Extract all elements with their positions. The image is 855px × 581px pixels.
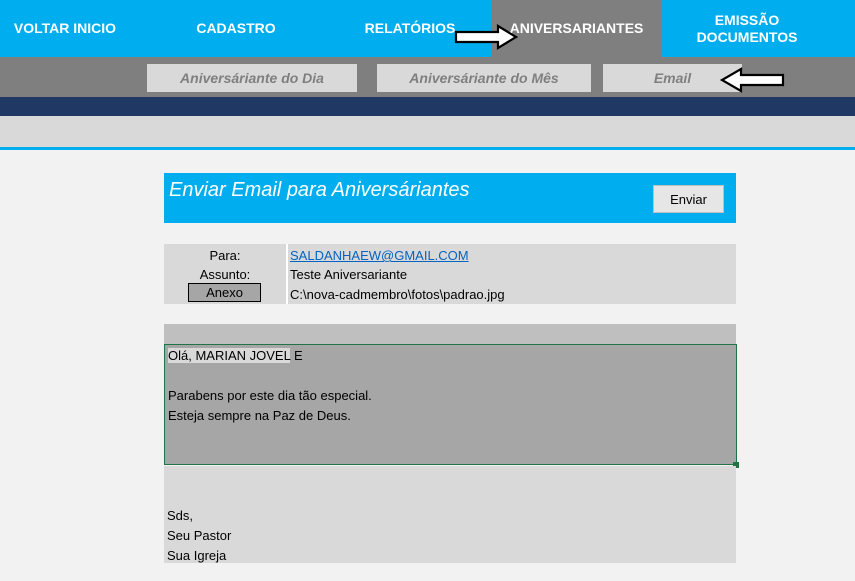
message-greeting-end: E <box>293 348 303 363</box>
panel-title: Enviar Email para Aniversáriantes <box>169 179 470 201</box>
arrow-left-icon <box>719 67 785 93</box>
nav-emissao-documentos-button[interactable]: EMISSÃO DOCUMENTOS <box>662 0 832 57</box>
attachment-path[interactable]: C:\nova-cadmembro\fotos\padrao.jpg <box>290 287 505 302</box>
email-panel-header: Enviar Email para Aniversáriantes Enviar <box>164 173 736 223</box>
message-greeting: Olá, MARIAN JOVEL <box>168 348 291 363</box>
message-body-cell[interactable]: Olá, MARIAN JOVEL E Parabens por este di… <box>164 344 737 465</box>
arrow-right-icon <box>454 24 518 50</box>
nav-emissao-line1: EMISSÃO <box>714 11 780 28</box>
message-line-2: Parabens por este dia tão especial. <box>168 388 372 403</box>
message-signature: Sds, Seu Pastor Sua Igreja <box>164 466 736 563</box>
email-fields: Para: SALDANHAEW@GMAIL.COM Assunto: Test… <box>164 244 736 304</box>
header-divider-grey <box>0 116 855 147</box>
message-header-strip <box>164 324 736 344</box>
subject-value[interactable]: Teste Aniversariante <box>290 267 407 282</box>
fields-divider <box>286 244 288 304</box>
nav-cadastro-button[interactable]: CADASTRO <box>160 0 312 57</box>
to-label: Para: <box>209 248 241 263</box>
subject-label: Assunto: <box>199 267 251 282</box>
top-navigation: VOLTAR INICIO CADASTRO RELATÓRIOS ANIVER… <box>0 0 855 57</box>
attachment-button[interactable]: Anexo <box>188 283 261 302</box>
nav-emissao-line2: DOCUMENTOS <box>696 28 798 45</box>
signature-line-2: Seu Pastor <box>167 528 232 543</box>
nav-voltar-inicio-button[interactable]: VOLTAR INICIO <box>0 0 130 57</box>
send-button[interactable]: Enviar <box>653 185 724 213</box>
header-divider-dark <box>0 97 855 116</box>
sub-aniversariante-dia-button[interactable]: Aniversáriante do Dia <box>147 64 357 92</box>
signature-line-3: Sua Igreja <box>167 548 227 563</box>
message-greeting-line: Olá, MARIAN JOVEL E <box>168 348 303 363</box>
to-email-link[interactable]: SALDANHAEW@GMAIL.COM <box>290 248 469 263</box>
signature-line-1: Sds, <box>167 508 194 523</box>
sub-aniversariante-mes-button[interactable]: Aniversáriante do Mês <box>377 64 591 92</box>
header-divider-blue <box>0 147 855 150</box>
message-line-3: Esteja sempre na Paz de Deus. <box>168 408 351 423</box>
